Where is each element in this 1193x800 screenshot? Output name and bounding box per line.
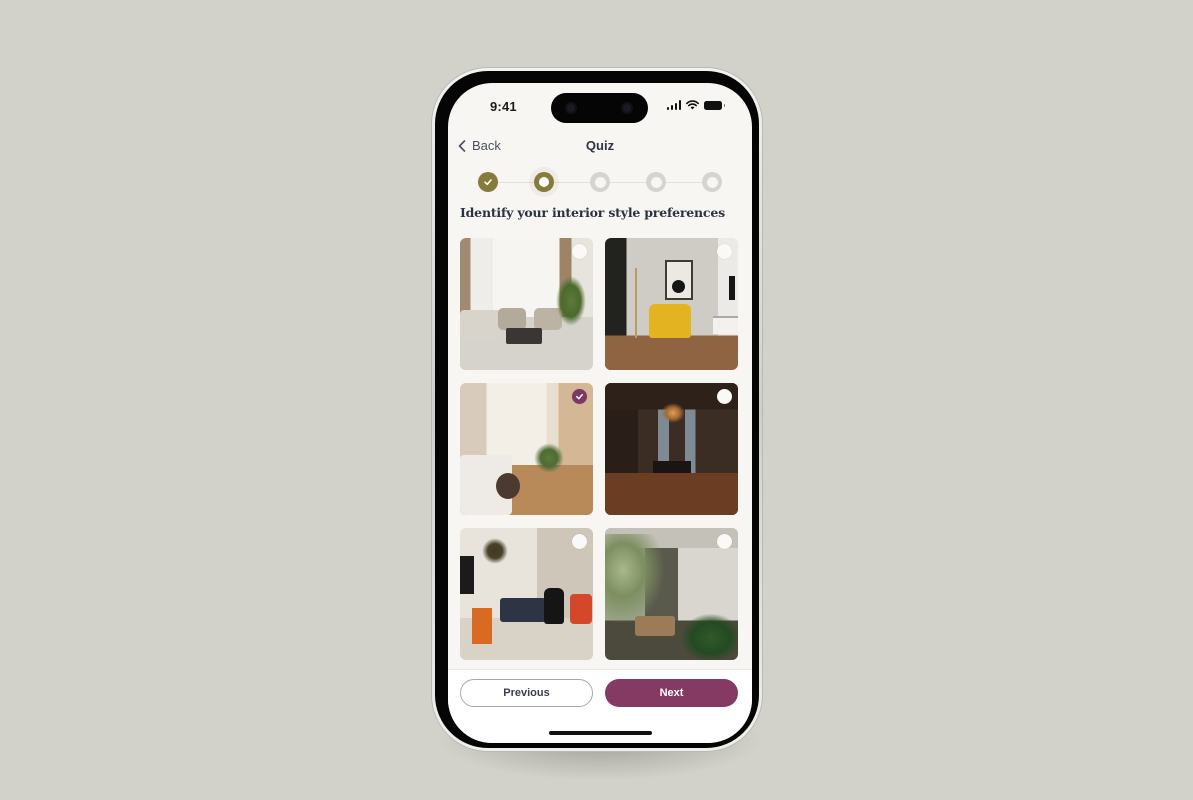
select-radio[interactable] [572,244,587,259]
quiz-progress-stepper [478,172,722,194]
style-option-card-2[interactable] [605,238,738,370]
battery-icon [704,100,725,110]
nav-bar: Back Quiz [448,135,752,159]
status-time: 9:41 [490,99,517,114]
style-option-card-5[interactable] [460,528,593,660]
step-4-upcoming [646,172,666,192]
select-radio-checked[interactable] [572,389,587,404]
phone-frame: 9:41 Back Quiz Identify your interior st… [432,68,762,751]
checkmark-icon [576,393,583,400]
style-option-card-6[interactable] [605,528,738,660]
bay-window-room-image [460,383,593,515]
wifi-icon [686,100,699,110]
home-indicator[interactable] [549,731,652,735]
select-radio[interactable] [717,244,732,259]
cellular-signal-icon [666,100,681,110]
previous-button[interactable]: Previous [460,679,593,707]
status-bar: 9:41 [448,83,752,127]
phone-bezel: 9:41 Back Quiz Identify your interior st… [435,71,759,748]
style-option-card-3[interactable] [460,383,593,515]
style-option-card-4[interactable] [605,383,738,515]
step-2-current[interactable] [534,172,554,192]
tropical-patio-image [605,528,738,660]
eclectic-room-image [460,528,593,660]
style-option-card-1[interactable] [460,238,593,370]
question-title: Identify your interior style preferences [460,205,725,220]
select-radio[interactable] [717,389,732,404]
sensor-icon [565,102,577,114]
footer-actions: Previous Next [448,669,752,743]
dynamic-island [551,93,648,123]
checkmark-icon [484,179,492,186]
next-button[interactable]: Next [605,679,738,707]
select-radio[interactable] [572,534,587,549]
camera-icon [621,102,633,114]
step-3-upcoming [590,172,610,192]
minimal-room-image [605,238,738,370]
select-radio[interactable] [717,534,732,549]
living-room-image [460,238,593,370]
ornate-room-image [605,383,738,515]
step-1-completed[interactable] [478,172,498,192]
status-icons [666,100,725,110]
style-options-grid [460,238,739,660]
page-title: Quiz [585,138,615,153]
step-5-upcoming [702,172,722,192]
app-screen: 9:41 Back Quiz Identify your interior st… [448,83,752,743]
